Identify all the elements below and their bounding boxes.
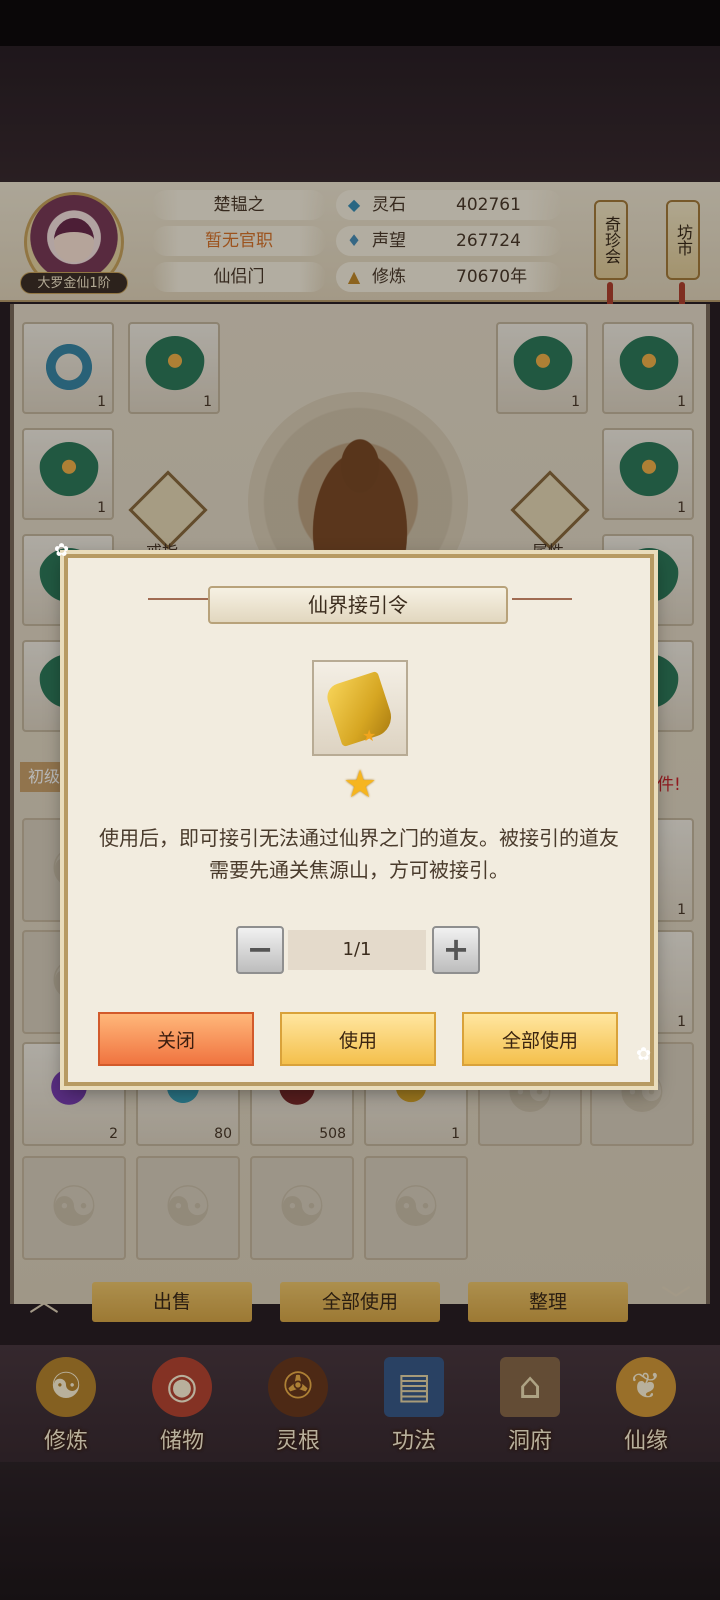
flower-ornament-icon: ✿ [54,540,70,561]
star-rating-icon: ★ [342,762,378,806]
increase-button[interactable]: + [432,926,480,974]
decrease-button[interactable]: − [236,926,284,974]
item-use-dialog: 仙界接引令 ★ ★ 使用后，即可接引无法通过仙界之门的道友。被接引的道友需要先通… [54,540,654,1086]
title-ornament-right [512,598,572,612]
quantity-field[interactable]: 1/1 [288,930,426,970]
use-all-button[interactable]: 全部使用 [462,1012,618,1066]
flower-ornament-icon: ✿ [636,1044,652,1065]
star-badge-icon: ★ [362,726,377,745]
golden-scroll-icon [323,670,397,748]
dialog-title: 仙界接引令 [208,586,508,624]
use-button[interactable]: 使用 [280,1012,436,1066]
item-preview: ★ [312,660,408,756]
item-description: 使用后，即可接引无法通过仙界之门的道友。被接引的道友需要先通关焦源山，方可被接引… [99,826,619,882]
title-ornament-left [148,598,208,612]
close-button[interactable]: 关闭 [98,1012,254,1066]
